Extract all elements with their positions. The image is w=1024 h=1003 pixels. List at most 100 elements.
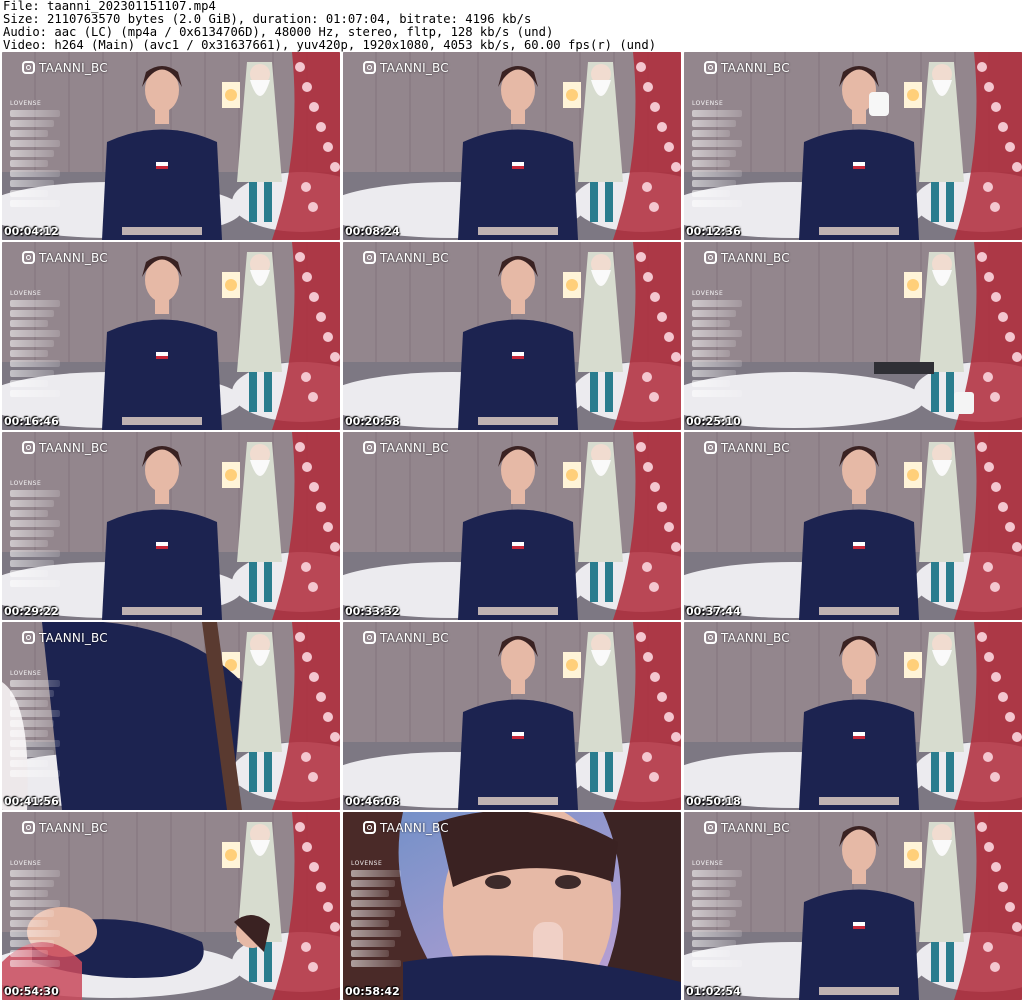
video-thumbnail[interactable]: TAANNI_BC LOVENSE 01:02:54 — [684, 812, 1022, 1000]
video-thumbnail[interactable]: TAANNI_BC 00:50:18 — [684, 622, 1022, 810]
video-info-line: Video: h264 (Main) (avc1 / 0x31637661), … — [3, 38, 657, 52]
lovense-level-row — [10, 170, 60, 177]
lovense-level-row — [10, 870, 60, 877]
lovense-level-row — [351, 960, 401, 967]
lovense-label: LOVENSE — [692, 100, 724, 107]
lovense-level-row — [10, 880, 54, 887]
video-thumbnail[interactable]: TAANNI_BC LOVENSE 00:25:10 — [684, 242, 1022, 430]
instagram-icon — [22, 61, 35, 74]
lovense-level-row — [10, 500, 54, 507]
instagram-icon — [363, 821, 376, 834]
thumbnail-timestamp: 00:46:08 — [345, 795, 400, 808]
lovense-level-row — [692, 340, 736, 347]
lovense-level-row — [692, 380, 730, 387]
video-thumbnail[interactable]: TAANNI_BC 00:08:24 — [343, 52, 681, 240]
lovense-level-row — [10, 740, 60, 747]
video-thumbnail[interactable]: TAANNI_BC LOVENSE 00:29:22 — [2, 432, 340, 620]
lovense-level-row — [692, 310, 736, 317]
lovense-level-row — [351, 900, 401, 907]
lovense-overlay: LOVENSE — [10, 860, 60, 985]
watermark-handle: TAANNI_BC — [39, 250, 108, 265]
lovense-level-row — [692, 140, 742, 147]
instagram-icon — [22, 441, 35, 454]
lovense-level-row — [10, 300, 60, 307]
watermark: TAANNI_BC — [22, 249, 108, 266]
lovense-overlay: LOVENSE — [10, 670, 60, 795]
lovense-level-row — [10, 150, 54, 157]
lovense-label: LOVENSE — [351, 860, 383, 867]
lovense-level-row — [10, 320, 48, 327]
watermark-handle: TAANNI_BC — [380, 440, 449, 455]
lovense-overlay: LOVENSE — [10, 290, 60, 415]
lovense-level-row — [10, 930, 60, 937]
watermark-handle: TAANNI_BC — [39, 820, 108, 835]
video-thumbnail[interactable]: TAANNI_BC 00:33:32 — [343, 432, 681, 620]
lovense-level-row — [10, 200, 60, 207]
thumbnail-grid: TAANNI_BC LOVENSE 00:04:12 TAANNI_BC 00:08:2… — [2, 52, 1022, 1003]
lovense-level-row — [692, 880, 736, 887]
lovense-level-row — [10, 160, 48, 167]
video-thumbnail[interactable]: TAANNI_BC 00:20:58 — [343, 242, 681, 430]
lovense-level-row — [692, 910, 736, 917]
lovense-level-row — [10, 730, 48, 737]
lovense-level-row — [10, 580, 60, 587]
scene-image — [343, 622, 681, 810]
video-thumbnail[interactable]: TAANNI_BC LOVENSE 00:41:56 — [2, 622, 340, 810]
lovense-label: LOVENSE — [10, 100, 42, 107]
lovense-label: LOVENSE — [10, 860, 42, 867]
thumbnail-timestamp: 00:54:30 — [4, 985, 59, 998]
lovense-level-row — [10, 340, 54, 347]
lovense-level-row — [692, 930, 742, 937]
scene-image — [343, 432, 681, 620]
video-thumbnail[interactable]: TAANNI_BC LOVENSE 00:16:46 — [2, 242, 340, 430]
video-thumbnail[interactable]: TAANNI_BC 00:37:44 — [684, 432, 1022, 620]
watermark-handle: TAANNI_BC — [721, 440, 790, 455]
instagram-icon — [704, 821, 717, 834]
lovense-level-row — [10, 140, 60, 147]
video-thumbnail[interactable]: TAANNI_BC LOVENSE 00:54:30 — [2, 812, 340, 1000]
lovense-overlay: LOVENSE — [692, 290, 742, 415]
instagram-icon — [363, 61, 376, 74]
lovense-level-row — [10, 350, 48, 357]
instagram-icon — [704, 441, 717, 454]
watermark: TAANNI_BC — [22, 439, 108, 456]
lovense-level-row — [10, 690, 54, 697]
lovense-level-row — [10, 510, 48, 517]
video-thumbnail[interactable]: TAANNI_BC 00:46:08 — [343, 622, 681, 810]
lovense-overlay: LOVENSE — [10, 480, 60, 605]
lovense-level-row — [10, 900, 60, 907]
lovense-level-row — [351, 910, 395, 917]
lovense-level-row — [10, 680, 60, 687]
lovense-level-row — [10, 700, 48, 707]
lovense-level-row — [10, 890, 48, 897]
lovense-level-row — [10, 920, 48, 927]
lovense-level-row — [10, 360, 60, 367]
scene-image — [343, 52, 681, 240]
thumbnail-timestamp: 00:25:10 — [686, 415, 741, 428]
lovense-level-row — [692, 870, 742, 877]
thumbnail-timestamp: 00:58:42 — [345, 985, 400, 998]
instagram-icon — [22, 251, 35, 264]
watermark-handle: TAANNI_BC — [721, 630, 790, 645]
watermark-handle: TAANNI_BC — [380, 250, 449, 265]
instagram-icon — [363, 251, 376, 264]
lovense-level-row — [10, 520, 60, 527]
video-thumbnail[interactable]: TAANNI_BC LOVENSE 00:04:12 — [2, 52, 340, 240]
watermark-handle: TAANNI_BC — [721, 60, 790, 75]
lovense-level-row — [692, 360, 742, 367]
watermark: TAANNI_BC — [704, 439, 790, 456]
video-thumbnail[interactable]: TAANNI_BC LOVENSE 00:12:36 — [684, 52, 1022, 240]
instagram-icon — [22, 821, 35, 834]
watermark: TAANNI_BC — [363, 249, 449, 266]
video-thumbnail[interactable]: TAANNI_BC LOVENSE 00:58:42 — [343, 812, 681, 1000]
lovense-label: LOVENSE — [692, 290, 724, 297]
lovense-level-row — [10, 310, 54, 317]
lovense-level-row — [10, 380, 48, 387]
thumbnail-timestamp: 00:29:22 — [4, 605, 59, 618]
thumbnail-timestamp: 00:12:36 — [686, 225, 741, 238]
scene-image — [343, 242, 681, 430]
lovense-level-row — [10, 110, 60, 117]
lovense-overlay: LOVENSE — [10, 100, 60, 225]
lovense-level-row — [692, 960, 742, 967]
lovense-level-row — [10, 770, 60, 777]
